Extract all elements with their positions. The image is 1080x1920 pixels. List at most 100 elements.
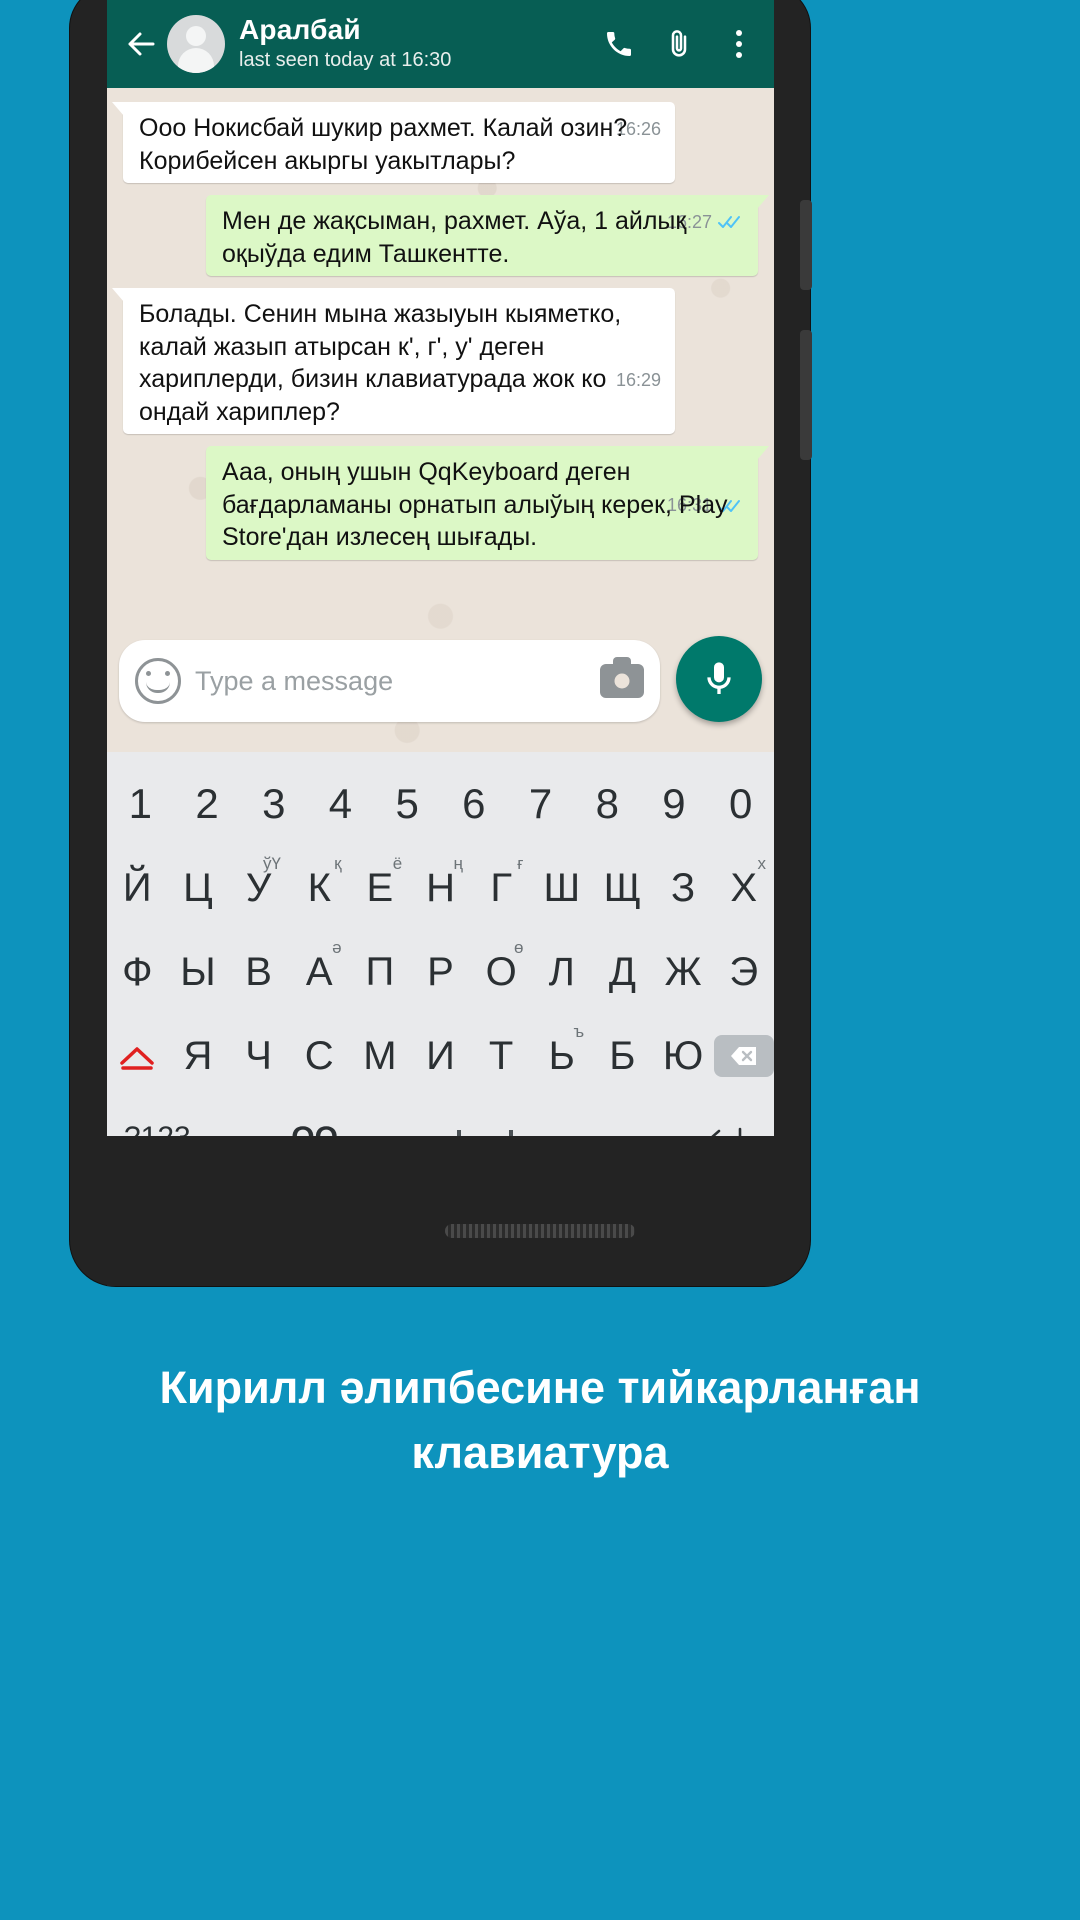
key-digit[interactable]: 3	[240, 762, 307, 846]
key-digit[interactable]: 6	[441, 762, 508, 846]
delete-key-pill	[713, 1035, 774, 1077]
key-main: М	[363, 1033, 397, 1078]
chat-bubble-incoming[interactable]: Болады. Сенин мына жазыуын кыяметко, кал…	[112, 288, 675, 434]
key-letter[interactable]: Щ	[592, 846, 653, 930]
key-main: С	[304, 1033, 334, 1078]
key-digit[interactable]: 4	[307, 762, 374, 846]
key-main: Ы	[180, 949, 216, 994]
key-letter[interactable]: Ю	[653, 1014, 714, 1098]
key-letter[interactable]: Её	[350, 846, 411, 930]
key-digit[interactable]: 8	[574, 762, 641, 846]
chat-message-list[interactable]: Ооо Нокисбай шукир рахмет. Калай озин? К…	[107, 88, 774, 644]
space-key[interactable]	[359, 1098, 611, 1136]
key-digit[interactable]: 2	[174, 762, 241, 846]
key-main: Э	[729, 949, 759, 994]
enter-return-icon[interactable]	[673, 1098, 774, 1136]
paperclip-attach-icon[interactable]	[662, 27, 696, 61]
key-letter[interactable]: Ц	[168, 846, 229, 930]
phone-power-button	[800, 330, 812, 460]
key-main: Ю	[662, 1033, 704, 1078]
keyboard-row-digits: 1 2 3 4 5 6 7 8 9 0	[107, 762, 774, 846]
chat-bubble-outgoing[interactable]: Мен де жақсыман, рахмет. Аўа, 1 айлық оқ…	[206, 195, 769, 276]
period-key[interactable]: .	[610, 1098, 673, 1136]
key-letter[interactable]: И	[410, 1014, 471, 1098]
keyboard-row-2: Ф Ы В Аә П Р Оө Л Д Ж Э	[107, 930, 774, 1014]
phone-screen: Аралбай last seen today at 16:30 Ооо Нок…	[107, 0, 774, 1136]
keyboard-row-1: Й Ц УўҮ Кқ Её Нң Гғ Ш Щ З Хх	[107, 846, 774, 930]
backspace-delete-icon[interactable]	[713, 1014, 774, 1098]
key-letter[interactable]: Д	[592, 930, 653, 1014]
key-letter[interactable]: Ж	[653, 930, 714, 1014]
key-letter[interactable]: Р	[410, 930, 471, 1014]
key-main: К	[307, 865, 331, 910]
avatar[interactable]	[167, 15, 225, 73]
message-text: Ааа, оның ушын QqKeyboard деген бағдарла…	[222, 458, 735, 551]
key-letter[interactable]: В	[228, 930, 289, 1014]
key-letter[interactable]: З	[653, 846, 714, 930]
key-letter[interactable]: Ьъ	[531, 1014, 592, 1098]
key-letter[interactable]: Ы	[168, 930, 229, 1014]
key-letter[interactable]: Гғ	[471, 846, 532, 930]
back-arrow-icon[interactable]	[121, 24, 161, 64]
key-main: Ш	[543, 865, 581, 910]
key-digit[interactable]: 0	[707, 762, 774, 846]
key-letter[interactable]: Э	[713, 930, 774, 1014]
cyrillic-keyboard[interactable]: 1 2 3 4 5 6 7 8 9 0 Й Ц УўҮ Кқ Её Нң Гғ …	[107, 752, 774, 1136]
key-letter[interactable]: Л	[531, 930, 592, 1014]
camera-icon[interactable]	[600, 657, 644, 698]
key-letter[interactable]: Кқ	[289, 846, 350, 930]
key-letter[interactable]: Нң	[410, 846, 471, 930]
key-letter[interactable]: Ф	[107, 930, 168, 1014]
key-digit[interactable]: 1	[107, 762, 174, 846]
symbols-key[interactable]: ?123	[107, 1098, 208, 1136]
key-letter[interactable]: С	[289, 1014, 350, 1098]
key-letter[interactable]: УўҮ	[228, 846, 289, 930]
key-main: Д	[608, 949, 636, 994]
avatar-body	[178, 48, 214, 73]
key-sup: ўҮ	[262, 854, 281, 873]
shift-caps-icon[interactable]	[107, 1014, 168, 1098]
message-time: 16:29	[615, 369, 661, 390]
key-letter[interactable]: Б	[592, 1014, 653, 1098]
key-main: Я	[183, 1033, 213, 1078]
message-composer: Type a message	[107, 636, 774, 752]
search-input[interactable]: Type a message	[195, 666, 600, 697]
overflow-menu-icon[interactable]	[722, 27, 756, 61]
message-input-pill[interactable]: Type a message	[119, 640, 660, 722]
key-letter[interactable]: Аә	[289, 930, 350, 1014]
key-letter[interactable]: П	[350, 930, 411, 1014]
chat-bubble-incoming[interactable]: Ооо Нокисбай шукир рахмет. Калай озин? К…	[112, 102, 675, 183]
chat-bubble-outgoing[interactable]: Ааа, оның ушын QqKeyboard деген бағдарла…	[206, 446, 769, 560]
key-main: П	[365, 949, 395, 994]
header-text-block[interactable]: Аралбай last seen today at 16:30	[239, 15, 602, 72]
microphone-icon[interactable]	[676, 636, 762, 722]
language-key[interactable]: QQ	[271, 1098, 359, 1136]
key-sup: ё	[392, 854, 403, 873]
key-letter[interactable]: Й	[107, 846, 168, 930]
key-digit[interactable]: 5	[374, 762, 441, 846]
key-letter[interactable]: Я	[168, 1014, 229, 1098]
whatsapp-chat-header: Аралбай last seen today at 16:30	[107, 0, 774, 88]
key-main: А	[305, 949, 333, 994]
key-digit[interactable]: 9	[641, 762, 708, 846]
key-main: Р	[427, 949, 454, 994]
phone-call-icon[interactable]	[602, 27, 636, 61]
key-sup: ң	[453, 854, 463, 873]
key-sup: х	[757, 854, 767, 873]
key-letter[interactable]: Ш	[531, 846, 592, 930]
key-sup: ә	[332, 938, 342, 957]
key-letter[interactable]: Хх	[713, 846, 774, 930]
key-letter[interactable]: Т	[471, 1014, 532, 1098]
smiley-emoji-icon[interactable]	[135, 658, 181, 704]
key-main: Т	[488, 1033, 514, 1078]
key-digit[interactable]: 7	[507, 762, 574, 846]
key-main: Л	[548, 949, 575, 994]
key-main: В	[245, 949, 272, 994]
message-row: Ооо Нокисбай шукир рахмет. Калай озин? К…	[112, 102, 758, 183]
space-bar-glyph	[456, 1130, 513, 1136]
comma-key[interactable]: ,	[208, 1098, 271, 1136]
key-letter[interactable]: Ч	[228, 1014, 289, 1098]
key-letter[interactable]: М	[350, 1014, 411, 1098]
key-main: Е	[366, 865, 394, 910]
key-letter[interactable]: Оө	[471, 930, 532, 1014]
